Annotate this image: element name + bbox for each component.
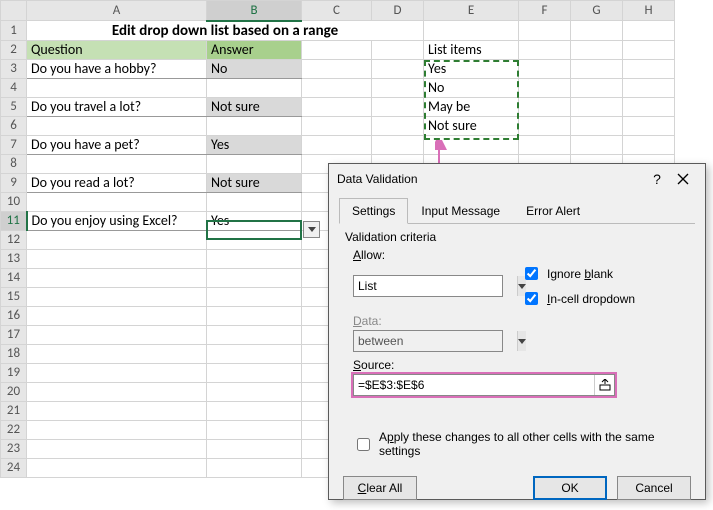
cancel-button[interactable]: Cancel <box>617 476 691 500</box>
question-cell[interactable]: Do you enjoy using Excel? <box>27 211 207 230</box>
question-cell[interactable]: Do you travel a lot? <box>27 97 207 116</box>
row-header[interactable]: 19 <box>1 363 27 382</box>
source-input[interactable] <box>353 374 615 396</box>
row-header[interactable]: 7 <box>1 135 27 154</box>
row-header[interactable]: 9 <box>1 173 27 192</box>
data-combobox <box>353 330 503 352</box>
collapse-dialog-icon <box>599 379 611 391</box>
list-item-cell[interactable]: No <box>424 78 519 97</box>
clear-all-button[interactable]: Clear All <box>343 476 417 500</box>
cell-dropdown-button[interactable] <box>303 221 320 238</box>
col-header-B[interactable]: B <box>207 1 302 21</box>
header-question: Question <box>27 40 207 59</box>
row-header[interactable]: 8 <box>1 154 27 173</box>
range-picker-button[interactable] <box>594 375 614 395</box>
row-header[interactable]: 17 <box>1 325 27 344</box>
list-item-cell[interactable]: May be <box>424 97 519 116</box>
row-header[interactable]: 20 <box>1 382 27 401</box>
row-header[interactable]: 23 <box>1 439 27 458</box>
answer-cell-active[interactable]: Yes <box>207 211 302 230</box>
data-validation-dialog: Data Validation ? Settings Input Message… <box>328 163 706 500</box>
row-header[interactable]: 15 <box>1 287 27 306</box>
col-header-F[interactable]: F <box>519 1 571 21</box>
answer-cell[interactable]: Not sure <box>207 173 302 192</box>
row-header[interactable]: 13 <box>1 249 27 268</box>
chevron-down-icon <box>308 227 316 232</box>
close-button[interactable] <box>669 169 697 189</box>
dialog-tabs: Settings Input Message Error Alert <box>339 198 695 224</box>
data-label: Data: <box>353 314 689 328</box>
col-header-H[interactable]: H <box>623 1 675 21</box>
row-header[interactable]: 14 <box>1 268 27 287</box>
answer-cell[interactable]: No <box>207 59 302 78</box>
allow-combobox[interactable] <box>353 275 503 297</box>
row-header[interactable]: 5 <box>1 97 27 116</box>
tab-input-message[interactable]: Input Message <box>408 198 513 224</box>
help-button[interactable]: ? <box>645 171 669 187</box>
source-field[interactable] <box>354 375 594 395</box>
allow-value[interactable] <box>354 276 517 296</box>
row-header[interactable]: 2 <box>1 40 27 59</box>
row-header[interactable]: 11 <box>1 211 27 230</box>
validation-criteria-label: Validation criteria <box>345 230 689 244</box>
list-item-cell[interactable]: Not sure <box>424 116 519 135</box>
ok-button[interactable]: OK <box>533 476 607 500</box>
question-cell[interactable]: Do you have a hobby? <box>27 59 207 78</box>
row-header[interactable]: 10 <box>1 192 27 211</box>
incell-dropdown-checkbox[interactable]: In-cell dropdown <box>521 289 635 308</box>
apply-all-checkbox[interactable]: Apply these changes to all other cells w… <box>353 430 689 458</box>
row-header[interactable]: 24 <box>1 458 27 477</box>
row-header[interactable]: 16 <box>1 306 27 325</box>
dialog-titlebar[interactable]: Data Validation ? <box>329 164 705 194</box>
col-header-G[interactable]: G <box>571 1 623 21</box>
tab-settings[interactable]: Settings <box>339 198 408 224</box>
corner-cell[interactable] <box>1 1 27 21</box>
row-header[interactable]: 18 <box>1 344 27 363</box>
source-label: Source: <box>353 358 689 372</box>
row-header[interactable]: 6 <box>1 116 27 135</box>
row-header[interactable]: 4 <box>1 78 27 97</box>
row-header[interactable]: 22 <box>1 420 27 439</box>
header-answer: Answer <box>207 40 302 59</box>
dialog-title: Data Validation <box>337 172 645 186</box>
allow-label: Allow: <box>353 248 689 262</box>
chevron-down-icon <box>517 331 526 351</box>
page-title: Edit drop down list based on a range <box>27 21 424 41</box>
row-header[interactable]: 12 <box>1 230 27 249</box>
col-header-A[interactable]: A <box>27 1 207 21</box>
tab-error-alert[interactable]: Error Alert <box>513 198 593 224</box>
col-header-D[interactable]: D <box>372 1 424 21</box>
col-header-C[interactable]: C <box>302 1 372 21</box>
col-header-E[interactable]: E <box>424 1 519 21</box>
row-header[interactable]: 1 <box>1 21 27 41</box>
data-value <box>354 331 517 351</box>
row-header[interactable]: 21 <box>1 401 27 420</box>
header-list-items: List items <box>424 40 519 59</box>
ignore-blank-checkbox[interactable]: Ignore blank <box>521 264 635 283</box>
answer-cell[interactable]: Not sure <box>207 97 302 116</box>
question-cell[interactable]: Do you read a lot? <box>27 173 207 192</box>
close-icon <box>677 173 689 185</box>
question-cell[interactable]: Do you have a pet? <box>27 135 207 154</box>
list-item-cell[interactable]: Yes <box>424 59 519 78</box>
row-header[interactable]: 3 <box>1 59 27 78</box>
answer-cell[interactable]: Yes <box>207 135 302 154</box>
